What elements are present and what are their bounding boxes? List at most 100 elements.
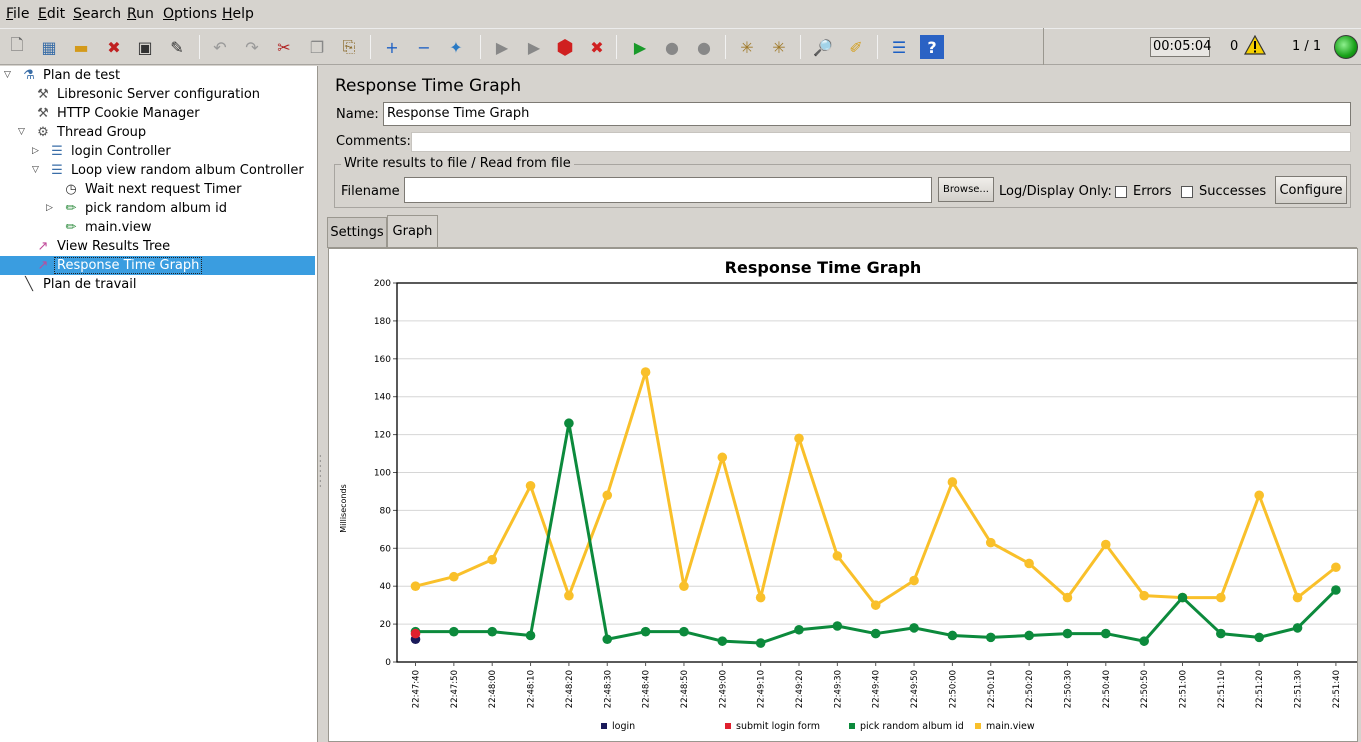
x-tick-label: 22:49:20 (795, 670, 805, 708)
test-plan-tree[interactable]: ▽ ⚗ Plan de test ⚒ Libresonic Server configu… (0, 66, 318, 742)
data-point (985, 632, 996, 643)
comments-label: Comments: (336, 134, 411, 149)
templates-icon[interactable]: ▦ (37, 35, 61, 59)
comments-input[interactable] (411, 132, 1351, 152)
controller-icon: ☰ (51, 163, 63, 178)
copy-icon[interactable]: ❐ (305, 35, 329, 59)
tree-expand-toggle-icon[interactable]: ▽ (18, 127, 25, 137)
tree-item[interactable]: ⚙ Thread Group (34, 123, 148, 142)
menu-bar: File Edit Search Run Options Help (0, 0, 1361, 28)
save-as-icon[interactable]: ✎ (165, 35, 189, 59)
data-point (1062, 628, 1073, 639)
name-input[interactable]: Response Time Graph (383, 102, 1351, 126)
start-no-pause-icon[interactable]: ▶ (522, 35, 546, 59)
tree-expand-toggle-icon[interactable]: ▷ (32, 146, 39, 156)
data-point (1292, 623, 1303, 633)
paste-icon[interactable]: ⎘ (337, 35, 361, 59)
filename-input[interactable] (404, 177, 932, 203)
data-point (717, 452, 728, 463)
clear-icon[interactable]: ✳ (735, 35, 759, 59)
data-point (1216, 592, 1226, 603)
save-icon[interactable]: ▣ (133, 35, 157, 59)
tree-item[interactable]: ☰ Loop view random album Controller (48, 161, 306, 180)
tree-item[interactable]: ⚗ Plan de test (20, 66, 122, 85)
undo-icon[interactable]: ↶ (208, 35, 232, 59)
y-tick-label: 140 (374, 393, 391, 403)
data-point (1024, 630, 1034, 641)
configure-button[interactable]: Configure (1275, 176, 1347, 204)
collapse-icon[interactable]: − (412, 35, 436, 59)
toolbar-separator (877, 35, 878, 59)
remote-stop-icon[interactable]: ● (660, 35, 684, 59)
listener-icon: ↗ (37, 239, 49, 254)
x-tick-label: 22:49:00 (718, 670, 728, 708)
successes-checkbox[interactable] (1181, 186, 1193, 198)
tree-item[interactable]: ⚒ Libresonic Server configuration (34, 85, 262, 104)
menu-options[interactable]: Options (163, 6, 217, 22)
tree-item[interactable]: ⚒ HTTP Cookie Manager (34, 104, 202, 123)
tree-item-label: Plan de travail (43, 277, 137, 292)
file-group: Write results to file / Read from file F… (334, 156, 1351, 208)
x-tick-label: 22:47:40 (412, 670, 422, 708)
menu-help[interactable]: Help (222, 6, 254, 22)
tree-item-label: main.view (85, 220, 152, 235)
timer-icon: ◷ (65, 182, 77, 197)
successes-label: Successes (1199, 184, 1267, 199)
browse-button[interactable]: Browse... (938, 177, 994, 202)
tree-item[interactable]: ◷ Wait next request Timer (62, 180, 243, 199)
menu-file[interactable]: File (6, 6, 29, 22)
data-point (1139, 636, 1149, 646)
tree-item[interactable]: ↗ View Results Tree (34, 237, 172, 256)
clear-all-icon[interactable]: ✳ (767, 35, 791, 59)
search-icon[interactable]: 🔎 (811, 35, 835, 59)
remote-shutdown-icon[interactable]: ● (692, 35, 716, 59)
function-helper-icon[interactable]: ☰ (887, 35, 911, 59)
x-tick-label: 22:48:40 (642, 670, 652, 708)
data-point (525, 630, 536, 641)
reset-search-icon[interactable]: ✐ (844, 35, 868, 59)
x-tick-label: 22:50:40 (1102, 670, 1112, 708)
y-tick-label: 120 (374, 431, 391, 441)
x-tick-label: 22:51:00 (1179, 670, 1189, 708)
data-point (679, 626, 689, 637)
data-point (449, 626, 459, 637)
tree-expand-toggle-icon[interactable]: ▽ (32, 165, 39, 175)
expand-icon[interactable]: + (380, 35, 404, 59)
menu-edit[interactable]: Edit (38, 6, 65, 22)
name-row: Name: Response Time Graph (334, 102, 1352, 126)
x-tick-label: 22:51:20 (1255, 670, 1265, 708)
tree-item[interactable]: ☰ login Controller (48, 142, 173, 161)
errors-checkbox[interactable] (1115, 186, 1127, 198)
tree-item[interactable]: ╲ Plan de travail (20, 275, 138, 294)
tree-item[interactable]: ✏ pick random album id (62, 199, 229, 218)
data-point (947, 630, 958, 641)
data-point (602, 634, 613, 645)
menu-search[interactable]: Search (73, 6, 121, 22)
data-point (1101, 628, 1111, 639)
close-icon[interactable]: ✖ (102, 35, 126, 59)
help-icon[interactable]: ? (920, 35, 944, 59)
new-icon[interactable]: 🗋 (5, 35, 29, 59)
shutdown-icon[interactable]: ✖ (585, 35, 609, 59)
tree-expand-toggle-icon[interactable]: ▽ (4, 70, 11, 80)
toggle-icon[interactable]: ✦ (444, 35, 468, 59)
tree-item[interactable]: ↗ Response Time Graph (34, 256, 203, 275)
remote-start-icon[interactable]: ▶ (628, 35, 652, 59)
legend-swatch (725, 723, 731, 729)
cut-icon[interactable]: ✂ (272, 35, 296, 59)
legend-swatch (849, 723, 855, 729)
tree-expand-toggle-icon[interactable]: ▷ (46, 203, 53, 213)
y-tick-label: 160 (374, 355, 391, 365)
open-icon[interactable]: ▬ (69, 35, 93, 59)
running-indicator-icon (1334, 35, 1358, 59)
tab-settings[interactable]: Settings (327, 217, 387, 247)
stop-icon[interactable]: ⬢ (553, 35, 577, 59)
redo-icon[interactable]: ↷ (240, 35, 264, 59)
menu-run[interactable]: Run (127, 6, 154, 22)
tab-graph[interactable]: Graph (387, 215, 438, 247)
tree-item[interactable]: ✏ main.view (62, 218, 154, 237)
start-icon[interactable]: ▶ (490, 35, 514, 59)
warning-icon[interactable] (1244, 35, 1266, 55)
legend-label: login (612, 721, 635, 732)
series-line-pick-random-album-id (415, 421, 1337, 645)
